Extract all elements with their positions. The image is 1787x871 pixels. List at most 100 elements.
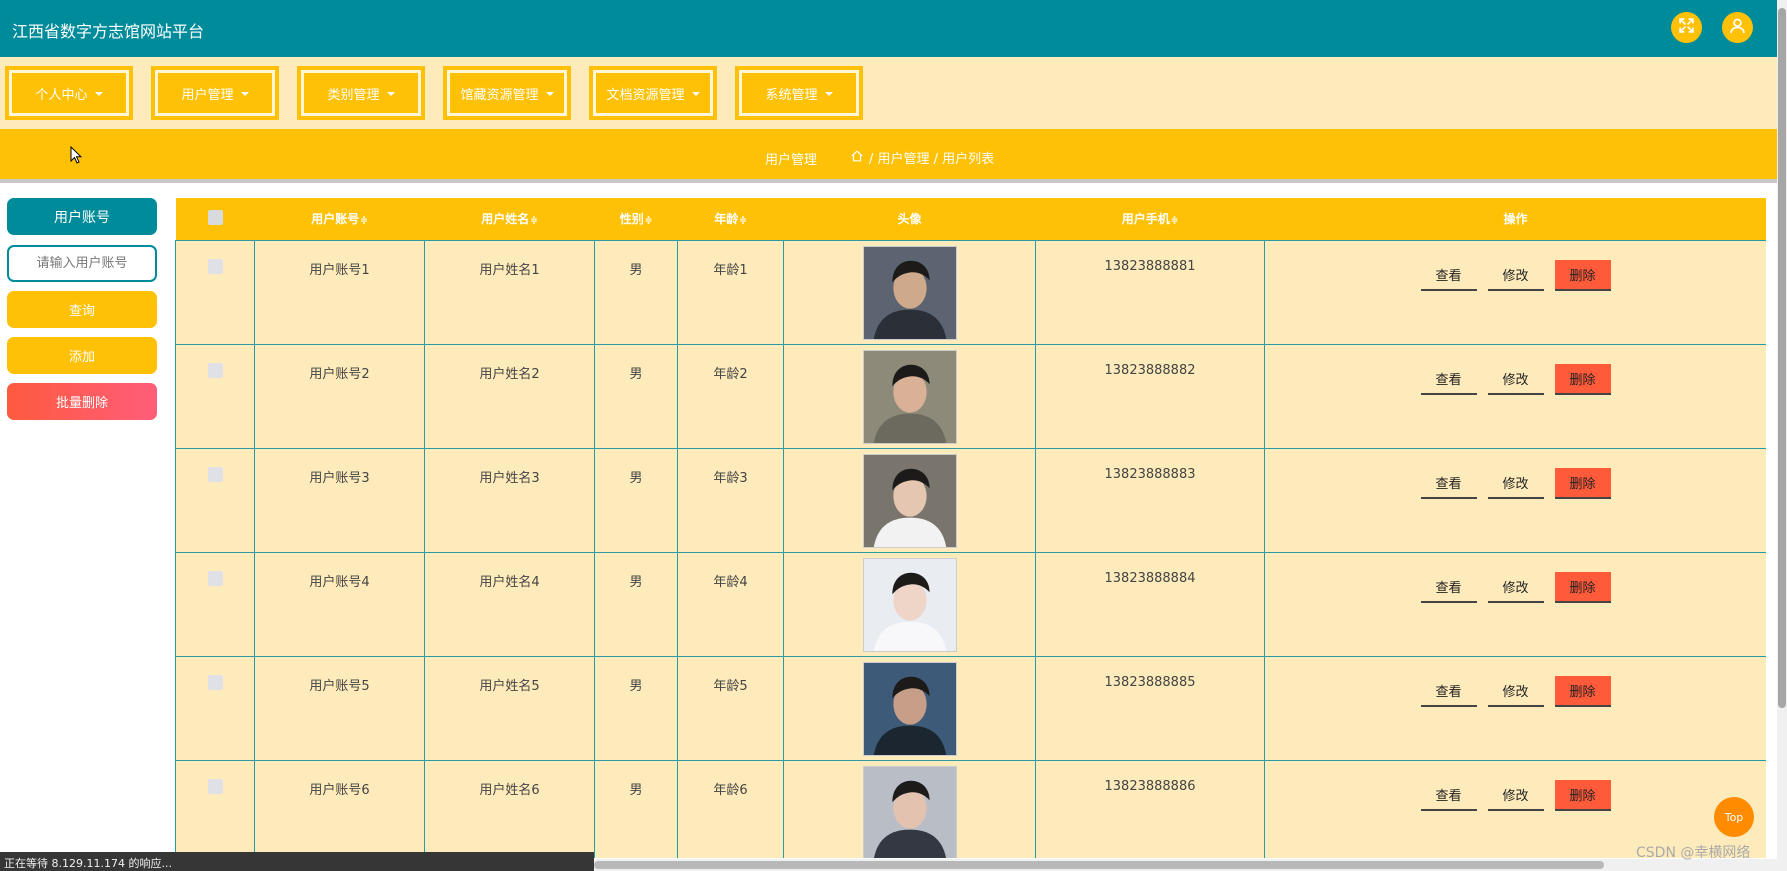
sort-icon[interactable]: ≑ <box>1171 216 1179 226</box>
avatar <box>862 453 957 548</box>
edit-button[interactable]: 修改 <box>1487 676 1544 707</box>
sort-icon[interactable]: ≑ <box>360 216 368 226</box>
select-all-checkbox[interactable] <box>207 209 223 225</box>
cell-gender: 男 <box>594 551 678 657</box>
table-row: 用户账号2 用户姓名2 男 年龄2 13823888882 查看 修改 删除 <box>175 343 1766 449</box>
breadcrumb-trail[interactable]: / 用户管理 / 用户列表 <box>869 148 994 167</box>
row-checkbox[interactable] <box>207 570 223 586</box>
view-button[interactable]: 查看 <box>1420 260 1477 291</box>
table-header-row: 用户账号≑ 用户姓名≑ 性别≑ 年龄≑ 头像 用户手机≑ 操作 <box>175 198 1766 240</box>
column-header-account[interactable]: 用户账号≑ <box>254 198 425 240</box>
avatar <box>862 661 957 756</box>
cell-phone: 13823888882 <box>1035 343 1265 449</box>
cell-account: 用户账号5 <box>254 655 425 761</box>
view-button[interactable]: 查看 <box>1420 468 1477 499</box>
search-panel: 用户账号 查询 添加 批量删除 <box>7 198 157 420</box>
cell-age: 年龄5 <box>677 655 784 761</box>
cell-actions: 查看 修改 删除 <box>1264 447 1766 553</box>
cell-age: 年龄6 <box>677 759 784 858</box>
cell-actions: 查看 修改 删除 <box>1264 343 1766 449</box>
edit-button[interactable]: 修改 <box>1487 364 1544 395</box>
cell-avatar <box>783 655 1036 761</box>
vertical-scrollbar[interactable] <box>1777 0 1787 871</box>
nav-item-user-management[interactable]: 用户管理 <box>151 66 279 120</box>
cell-phone: 13823888885 <box>1035 655 1265 761</box>
delete-button[interactable]: 删除 <box>1554 259 1611 291</box>
view-button[interactable]: 查看 <box>1420 780 1477 811</box>
user-table-container: 用户账号≑ 用户姓名≑ 性别≑ 年龄≑ 头像 用户手机≑ 操作 用户账号1 用户… <box>175 198 1766 858</box>
scroll-thumb[interactable] <box>1778 8 1786 708</box>
edit-button[interactable]: 修改 <box>1487 572 1544 603</box>
batch-delete-button[interactable]: 批量删除 <box>7 383 157 420</box>
account-search-input[interactable] <box>7 245 157 282</box>
nav-item-personal-center[interactable]: 个人中心 <box>5 66 133 120</box>
cell-phone: 13823888886 <box>1035 759 1265 858</box>
home-icon[interactable] <box>850 149 864 167</box>
nav-label: 系统管理 <box>765 87 818 103</box>
column-header-age[interactable]: 年龄≑ <box>677 198 784 240</box>
delete-button[interactable]: 删除 <box>1554 363 1611 395</box>
edit-button[interactable]: 修改 <box>1487 780 1544 811</box>
add-button[interactable]: 添加 <box>7 337 157 374</box>
app-title: 江西省数字方志馆网站平台 <box>12 22 205 41</box>
delete-button[interactable]: 删除 <box>1554 467 1611 499</box>
row-checkbox[interactable] <box>207 674 223 690</box>
view-button[interactable]: 查看 <box>1420 676 1477 707</box>
edit-button[interactable]: 修改 <box>1487 260 1544 291</box>
delete-button[interactable]: 删除 <box>1554 675 1611 707</box>
page-title: 用户管理 <box>765 153 818 168</box>
view-button[interactable]: 查看 <box>1420 364 1477 395</box>
query-button[interactable]: 查询 <box>7 291 157 328</box>
cell-gender: 男 <box>594 239 678 345</box>
avatar <box>862 245 957 340</box>
cell-gender: 男 <box>594 447 678 553</box>
user-button[interactable] <box>1722 12 1753 43</box>
view-button[interactable]: 查看 <box>1420 572 1477 603</box>
user-icon <box>1729 17 1746 38</box>
cell-actions: 查看 修改 删除 <box>1264 655 1766 761</box>
row-checkbox[interactable] <box>207 778 223 794</box>
cell-name: 用户姓名1 <box>424 239 595 345</box>
column-header-name[interactable]: 用户姓名≑ <box>424 198 595 240</box>
fullscreen-icon <box>1678 17 1695 38</box>
caret-down-icon <box>386 91 395 96</box>
breadcrumb-bar: 用户管理 / 用户管理 / 用户列表 <box>0 129 1777 183</box>
cell-name: 用户姓名5 <box>424 655 595 761</box>
caret-down-icon <box>94 91 103 96</box>
cell-account: 用户账号3 <box>254 447 425 553</box>
cell-age: 年龄3 <box>677 447 784 553</box>
cell-name: 用户姓名4 <box>424 551 595 657</box>
cell-age: 年龄2 <box>677 343 784 449</box>
cell-name: 用户姓名3 <box>424 447 595 553</box>
sort-icon[interactable]: ≑ <box>739 216 747 226</box>
row-checkbox[interactable] <box>207 258 223 274</box>
cell-avatar <box>783 447 1036 553</box>
column-header-phone[interactable]: 用户手机≑ <box>1035 198 1265 240</box>
cell-name: 用户姓名2 <box>424 343 595 449</box>
nav-label: 类别管理 <box>327 87 380 103</box>
search-field-label: 用户账号 <box>7 198 157 235</box>
caret-down-icon <box>691 91 700 96</box>
delete-button[interactable]: 删除 <box>1554 779 1611 811</box>
cell-age: 年龄1 <box>677 239 784 345</box>
nav-label: 文档资源管理 <box>606 87 685 103</box>
main-nav: 个人中心 用户管理 类别管理 馆藏资源管理 文档资源管理 系统管理 <box>0 57 1777 129</box>
sort-icon[interactable]: ≑ <box>530 216 538 226</box>
avatar <box>862 349 957 444</box>
row-checkbox[interactable] <box>207 362 223 378</box>
nav-item-document-management[interactable]: 文档资源管理 <box>589 66 717 120</box>
nav-item-system-management[interactable]: 系统管理 <box>735 66 863 120</box>
cell-age: 年龄4 <box>677 551 784 657</box>
column-header-gender[interactable]: 性别≑ <box>594 198 678 240</box>
fullscreen-button[interactable] <box>1671 12 1702 43</box>
nav-item-collection-management[interactable]: 馆藏资源管理 <box>443 66 571 120</box>
sort-icon[interactable]: ≑ <box>645 216 653 226</box>
cell-name: 用户姓名6 <box>424 759 595 858</box>
delete-button[interactable]: 删除 <box>1554 571 1611 603</box>
back-to-top-button[interactable]: Top <box>1714 797 1754 837</box>
row-checkbox[interactable] <box>207 466 223 482</box>
nav-item-category-management[interactable]: 类别管理 <box>297 66 425 120</box>
watermark: CSDN @幸横网络 <box>1636 845 1751 861</box>
edit-button[interactable]: 修改 <box>1487 468 1544 499</box>
scroll-thumb[interactable] <box>594 861 1604 869</box>
